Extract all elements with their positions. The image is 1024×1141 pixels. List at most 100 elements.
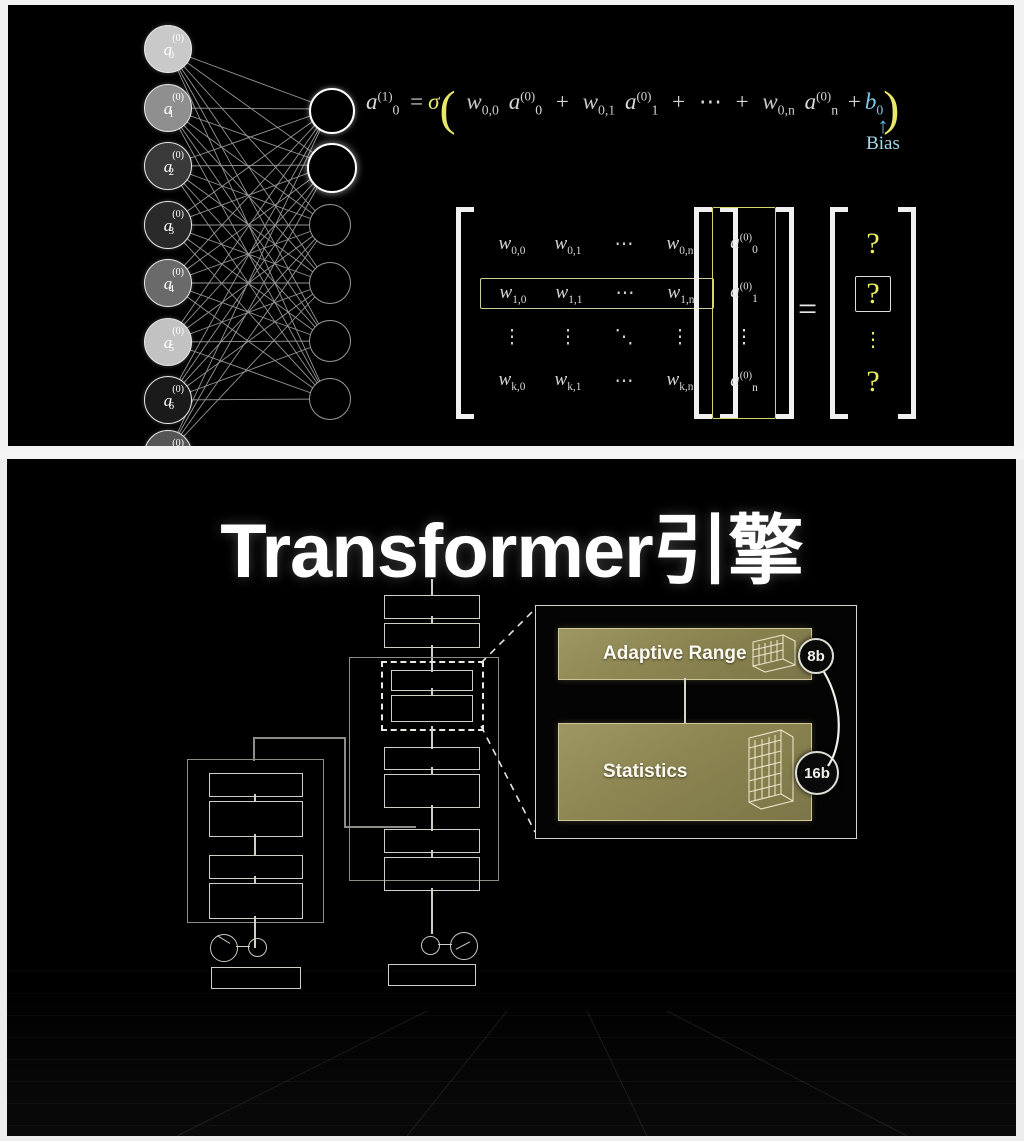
plus-2: +	[672, 89, 686, 114]
panel-neural-network-canvas: a (0) 0 a (0) 1 a (0) 2 a (0) 3 a (0) 4 a (0) 5 a (0)…	[8, 5, 1014, 446]
cell-w11: w1,1	[555, 281, 583, 306]
weight-matrix-left-bracket	[456, 207, 474, 419]
input-node-1-label: a (0) 1	[163, 91, 184, 120]
weight-0-n: w0,n	[762, 89, 795, 118]
cell-ellipsis-k: ⋯	[614, 370, 634, 392]
transformer-block-diagram: Adaptive Range 8b Statistics 16b	[7, 579, 1016, 1119]
left-meter-icon	[210, 934, 238, 962]
left-outer-top-wire	[253, 737, 255, 761]
cell-vdots-1: ⋮	[558, 327, 578, 349]
center-wire-6	[431, 805, 433, 831]
input-node-5-label: a (0) 5	[163, 325, 184, 354]
callout-leader-lines	[480, 608, 536, 833]
activation-1: a(0)1	[624, 89, 659, 118]
panel-divider	[0, 450, 1024, 459]
input-node-3-label: a (0) 3	[163, 208, 184, 237]
matrix-row-1-highlighted: w1,0 w1,1 ⋯ w1,n	[480, 277, 714, 310]
slide-stack: a (0) 0 a (0) 1 a (0) 2 a (0) 3 a (0) 4 a (0) 5 a (0)…	[0, 0, 1024, 1141]
matrix-equals-sign: =	[798, 291, 818, 328]
output-node-1[interactable]	[307, 143, 357, 193]
result-vector-right-bracket	[898, 207, 916, 419]
left-bridge-top	[253, 737, 345, 739]
badge-16b: 16b	[795, 751, 839, 795]
matrix-row-k: wk,0 wk,1 ⋯ wk,n	[480, 366, 714, 396]
input-node-4[interactable]: a (0) 4	[144, 259, 192, 307]
input-node-5[interactable]: a (0) 5	[144, 318, 192, 366]
output-node-2[interactable]	[309, 204, 351, 246]
input-node-4-label: a (0) 4	[163, 266, 184, 295]
left-block-4	[209, 883, 303, 919]
center-top-wire	[431, 579, 433, 596]
adaptive-range-block[interactable]: Adaptive Range	[558, 628, 812, 680]
vec-a1: a(0)1	[730, 281, 758, 305]
activation-equation: a(1)0 = σ( w0,0 a(0)0 + w0,1 a(0)1 + ⋯ + …	[366, 85, 899, 133]
input-node-0[interactable]: a (0) 0	[144, 25, 192, 73]
center-block-4	[391, 695, 473, 722]
input-node-1[interactable]: a (0) 1	[144, 84, 192, 132]
vec-a0: a(0)0	[730, 232, 758, 257]
input-node-6[interactable]: a (0) 6	[144, 376, 192, 424]
activation-n: a(0)n	[804, 89, 839, 118]
center-meter-icon	[450, 932, 478, 960]
weight-matrix-body: w0,0 w0,1 ⋯ w0,n w1,0 w1,1 ⋯ w1,n ⋮ ⋮ ⋱ …	[474, 207, 720, 419]
input-node-2[interactable]: a (0) 2	[144, 142, 192, 190]
result-qn: ?	[866, 364, 880, 398]
ellipsis: ⋯	[698, 89, 722, 114]
callout-panel: Adaptive Range 8b Statistics 16b	[535, 605, 857, 839]
panel-neural-network: a (0) 0 a (0) 1 a (0) 2 a (0) 3 a (0) 4 a (0) 5 a (0)…	[0, 0, 1024, 450]
matrix-row-0: w0,0 w0,1 ⋯ w0,n	[480, 230, 714, 260]
matrix-row-dots: ⋮ ⋮ ⋱ ⋮	[480, 327, 714, 348]
output-node-4[interactable]	[309, 320, 351, 362]
panel-transformer-engine: Transformer引擎 Adaptive Range 8b Statisti…	[0, 459, 1024, 1141]
output-node-5[interactable]	[309, 378, 351, 420]
result-q0: ?	[866, 227, 880, 261]
center-base-bar	[388, 964, 476, 986]
result-vdots: ⋮	[863, 328, 883, 351]
cell-wk1: wk,1	[554, 369, 582, 394]
cell-wk0: wk,0	[498, 369, 526, 394]
input-node-3[interactable]: a (0) 3	[144, 201, 192, 249]
input-node-2-label: a (0) 2	[163, 149, 184, 178]
left-base-bar	[211, 967, 301, 989]
plus-1: +	[555, 89, 569, 114]
result-vector-body: ? ? ⋮ ?	[848, 207, 898, 419]
adaptive-range-label: Adaptive Range	[603, 643, 747, 664]
vec-an: a(0)n	[730, 369, 758, 394]
bias-annotation-group: ↑ Bias	[853, 113, 913, 155]
statistics-label: Statistics	[603, 761, 688, 782]
cell-w10: w1,0	[499, 281, 527, 306]
cell-w00: w0,0	[498, 232, 526, 257]
open-paren: (	[439, 82, 456, 136]
activation-vector-left-bracket	[694, 207, 712, 419]
left-wire-2	[254, 834, 256, 856]
center-block-6	[384, 774, 480, 808]
output-node-0[interactable]	[309, 88, 355, 134]
badge-8b: 8b	[798, 638, 834, 674]
cell-w01: w0,1	[554, 232, 582, 257]
result-q1-boxed: ?	[855, 276, 891, 313]
plus-bias: +	[847, 89, 861, 114]
bias-arrow-icon: ↑	[877, 113, 889, 138]
left-block-1	[209, 773, 303, 797]
callout-vertical-wire	[684, 678, 686, 724]
weight-0-0: w0,0	[466, 89, 499, 118]
result-vector: ? ? ⋮ ?	[830, 207, 916, 419]
output-node-3[interactable]	[309, 262, 351, 304]
statistics-block[interactable]: Statistics	[558, 723, 812, 821]
result-vector-left-bracket	[830, 207, 848, 419]
center-wire-out	[431, 888, 433, 934]
activation-vector: a(0)0 a(0)1 ⋮ a(0)n	[694, 207, 794, 419]
cell-ellipsis-0: ⋯	[614, 234, 634, 256]
activation-0: a(0)0	[508, 89, 543, 118]
left-junction-dot	[248, 938, 267, 957]
center-junction-dot	[421, 936, 440, 955]
cell-ellipsis-1: ⋯	[615, 282, 635, 304]
input-node-6-label: a (0) 6	[163, 383, 184, 412]
bias-label: Bias	[866, 133, 900, 154]
memory-grid-icon-8b	[752, 634, 796, 673]
cell-ddots: ⋱	[614, 327, 634, 349]
weight-0-1: w0,1	[582, 89, 616, 118]
plus-3: +	[735, 89, 749, 114]
equation-lhs: a(1)0	[366, 89, 400, 118]
center-block-8	[384, 857, 480, 891]
